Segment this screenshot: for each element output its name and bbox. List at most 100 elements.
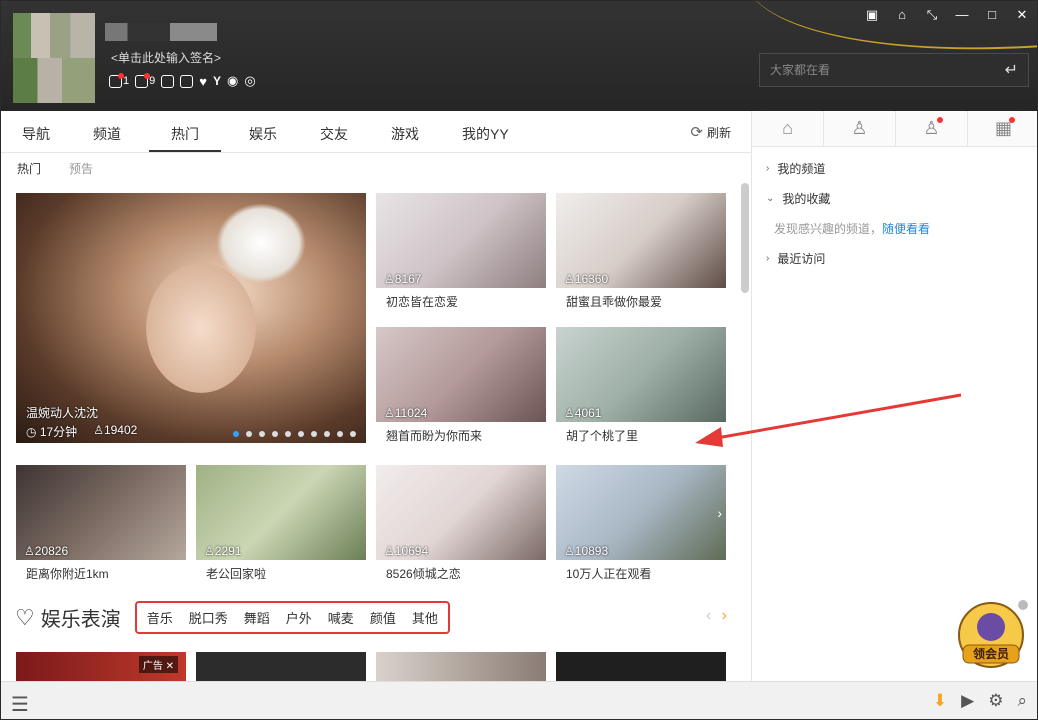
live-card[interactable]: ♙8167 初恋皆在恋爱 — [376, 193, 546, 310]
category-music[interactable]: 音乐 — [147, 608, 173, 627]
level-icon[interactable] — [161, 74, 175, 88]
tab-entertainment[interactable]: 娱乐 — [234, 124, 292, 152]
tab-my-yy[interactable]: 我的YY — [447, 124, 524, 152]
close-icon[interactable]: ✕ — [1013, 7, 1031, 23]
live-thumbnail: ♙20826 — [16, 465, 186, 560]
category-dance[interactable]: 舞蹈 — [244, 608, 270, 627]
live-card[interactable] — [196, 652, 366, 681]
scrollbar[interactable] — [741, 183, 749, 293]
favorites-hint: 发现感兴趣的频道， 随便看看 — [752, 213, 1037, 243]
enter-icon[interactable]: ↵ — [1005, 60, 1018, 80]
section-pager: ‹ › — [700, 607, 727, 625]
live-card[interactable]: ♙4061 胡了个桃了里 — [556, 327, 726, 444]
category-other[interactable]: 其他 — [412, 608, 438, 627]
viewer-number: 2291 — [214, 544, 242, 558]
main-content: 导航 频道 热门 娱乐 交友 游戏 我的YY ⟳ 刷新 热门 预告 温婉动人沈沈 — [1, 111, 751, 681]
pager-dot[interactable] — [324, 431, 330, 437]
badge-game[interactable]: 1 — [109, 72, 129, 88]
tab-games[interactable]: 游戏 — [376, 124, 434, 152]
coins-icon[interactable]: ◉ — [227, 73, 238, 89]
user-badges: 1 9 ♥ Y ◉ ◎ — [109, 72, 256, 89]
category-outdoor[interactable]: 户外 — [286, 608, 312, 627]
pager-dot[interactable] — [259, 431, 265, 437]
mini-mode-icon[interactable]: ⤡ — [923, 7, 941, 23]
close-icon[interactable] — [1018, 600, 1028, 610]
pager-dot[interactable] — [272, 431, 278, 437]
live-thumbnail: ♙11024 — [376, 327, 546, 422]
viewer-count: 19402 — [103, 423, 138, 437]
menu-icon[interactable]: ☰ — [11, 692, 29, 717]
live-card[interactable]: ♙10893 › 10万人正在观看 — [556, 465, 726, 582]
live-card[interactable]: ♙20826 距离你附近1km — [16, 465, 186, 582]
chevron-right-icon[interactable]: › — [717, 505, 722, 521]
eye-icon[interactable]: ◎ — [244, 73, 255, 89]
category-looks[interactable]: 颜值 — [370, 608, 396, 627]
heart-badge-icon[interactable]: ♥ — [199, 74, 207, 89]
live-card[interactable]: ♙11024 翘首而盼为你而来 — [376, 327, 546, 444]
live-title: 胡了个桃了里 — [566, 429, 639, 443]
live-card[interactable]: ♙2291 老公回家啦 — [196, 465, 366, 582]
badge-gift[interactable]: 9 — [135, 72, 155, 88]
sidebar-tab-apps[interactable]: ▦ — [968, 111, 1037, 146]
sidebar-tab-profile[interactable]: ♙ — [824, 111, 896, 146]
pager-dot[interactable] — [350, 431, 356, 437]
user-icon: ♙ — [93, 423, 104, 437]
category-talkshow[interactable]: 脱口秀 — [189, 608, 228, 627]
download-icon[interactable]: ⬇ — [933, 691, 947, 711]
minimize-icon[interactable]: — — [953, 7, 971, 23]
subtab-hot[interactable]: 热门 — [17, 160, 41, 177]
maximize-icon[interactable]: □ — [983, 7, 1001, 23]
live-card[interactable]: 广告 ✕ — [16, 652, 186, 681]
gift-icon — [135, 72, 151, 88]
settings-icon[interactable]: ⚙ — [988, 691, 1003, 711]
viewer-count: ♙4061 — [564, 406, 602, 420]
feedback-icon[interactable]: ▣ — [863, 7, 881, 23]
heart-icon: ♡ — [15, 604, 35, 630]
refresh-button[interactable]: ⟳ 刷新 — [690, 123, 731, 141]
sidebar-tab-home[interactable]: ⌂ — [752, 111, 824, 146]
search-input[interactable] — [770, 63, 1005, 77]
tree-my-channels[interactable]: › 我的频道 — [752, 153, 1037, 183]
channel-tree: › 我的频道 ⌄ 我的收藏 发现感兴趣的频道， 随便看看 › 最近访问 — [752, 147, 1037, 273]
tab-social[interactable]: 交友 — [305, 124, 363, 152]
pager-dot[interactable] — [298, 431, 304, 437]
mascot-label: 领会员 — [973, 646, 1009, 661]
featured-card[interactable]: 温婉动人沈沈 ◷ 17分钟 ♙19402 — [16, 193, 366, 443]
live-thumbnail — [556, 652, 726, 681]
ad-label[interactable]: 广告 ✕ — [138, 656, 178, 673]
live-card[interactable]: ♙10694 8526倾城之恋 — [376, 465, 546, 582]
chevron-left-icon[interactable]: ‹ — [706, 607, 711, 624]
live-thumbnail: ♙4061 — [556, 327, 726, 422]
sidebar-tab-friends[interactable]: ♙ — [896, 111, 968, 146]
node-label: 我的频道 — [777, 161, 826, 176]
live-thumbnail — [196, 652, 366, 681]
live-card[interactable]: ♙16360 甜蜜且乖做你最爱 — [556, 193, 726, 310]
tab-channel[interactable]: 频道 — [78, 124, 136, 152]
skin-icon[interactable]: ⌂ — [893, 7, 911, 23]
search-box: ↵ — [759, 53, 1029, 87]
live-card[interactable] — [556, 652, 726, 681]
tree-recent[interactable]: › 最近访问 — [752, 243, 1037, 273]
play-icon[interactable] — [180, 74, 194, 88]
pager-dot[interactable] — [337, 431, 343, 437]
tab-hot[interactable]: 热门 — [149, 124, 221, 152]
tree-my-favorites[interactable]: ⌄ 我的收藏 — [752, 183, 1037, 213]
pager-dot[interactable] — [285, 431, 291, 437]
pager-dot[interactable] — [233, 431, 239, 437]
pager-dot[interactable] — [311, 431, 317, 437]
live-card[interactable] — [376, 652, 546, 681]
random-browse-link[interactable]: 随便看看 — [882, 220, 930, 237]
tab-nav[interactable]: 导航 — [7, 124, 65, 152]
mascot-membership-badge[interactable]: 领会员 — [953, 597, 1029, 673]
search-icon[interactable]: ⌕ — [1017, 691, 1027, 711]
vip-icon[interactable]: Y — [213, 74, 221, 88]
video-icon[interactable]: ▶ — [961, 691, 974, 711]
signature-field[interactable]: <单击此处输入签名> — [111, 49, 221, 66]
live-title: 10万人正在观看 — [566, 567, 652, 581]
pager-dot[interactable] — [246, 431, 252, 437]
subtab-preview[interactable]: 预告 — [69, 160, 93, 177]
chevron-right-icon[interactable]: › — [722, 607, 727, 624]
category-hanmai[interactable]: 喊麦 — [328, 608, 354, 627]
live-thumbnail: ♙10694 — [376, 465, 546, 560]
avatar[interactable] — [13, 13, 95, 103]
